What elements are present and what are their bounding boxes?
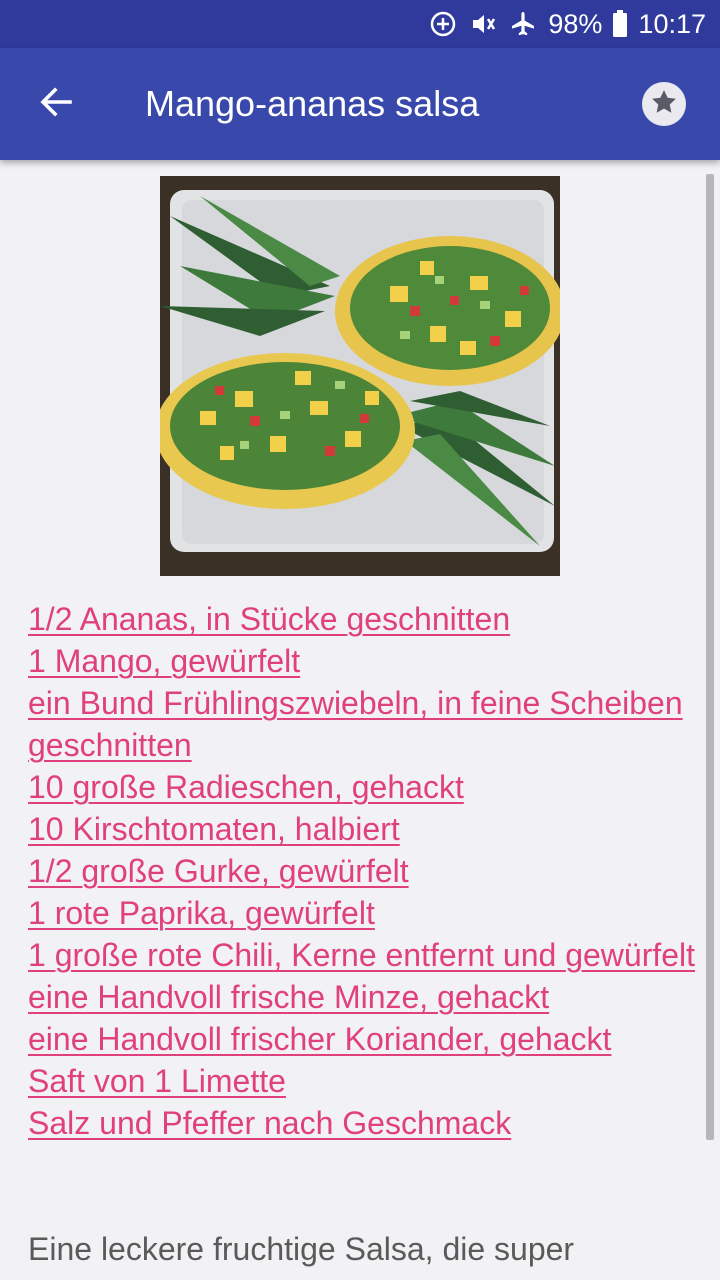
ingredient-link[interactable]: eine Handvoll frische Minze, gehackt <box>28 976 698 1018</box>
data-saver-icon <box>428 9 458 39</box>
page-title: Mango-ananas salsa <box>145 83 480 124</box>
status-icons: 98% 10:17 <box>428 0 706 48</box>
recipe-description: Eine leckere fruchtige Salsa, die super <box>28 1231 575 1267</box>
app-bar: Mango-ananas salsa <box>0 48 720 160</box>
back-button[interactable] <box>26 76 86 132</box>
recipe-image <box>160 176 560 576</box>
favorite-button[interactable] <box>642 82 686 126</box>
ingredient-link[interactable]: 1/2 Ananas, in Stücke geschnitten <box>28 598 698 640</box>
star-icon <box>649 87 679 122</box>
battery-icon <box>612 9 628 39</box>
ingredient-link[interactable]: Saft von 1 Limette <box>28 1060 698 1102</box>
clock: 10:17 <box>638 8 706 39</box>
status-bar: 98% 10:17 <box>0 0 720 48</box>
ingredient-link[interactable]: 10 Kirschtomaten, halbiert <box>28 808 698 850</box>
ingredient-link[interactable]: 10 große Radieschen, gehackt <box>28 766 698 808</box>
ingredient-link[interactable]: eine Handvoll frischer Koriander, gehack… <box>28 1018 698 1060</box>
scrollbar[interactable] <box>706 174 714 1140</box>
ingredient-link[interactable]: Salz und Pfeffer nach Geschmack <box>28 1102 698 1144</box>
arrow-left-icon <box>38 84 74 125</box>
ingredient-link[interactable]: 1/2 große Gurke, gewürfelt <box>28 850 698 892</box>
airplane-icon <box>508 9 538 39</box>
ingredient-link[interactable]: 1 Mango, gewürfelt <box>28 640 698 682</box>
mute-vibrate-icon <box>468 9 498 39</box>
ingredient-list: 1/2 Ananas, in Stücke geschnitten 1 Mang… <box>28 598 698 1144</box>
ingredient-link[interactable]: ein Bund Frühlingszwiebeln, in feine Sch… <box>28 682 698 766</box>
ingredient-link[interactable]: 1 rote Paprika, gewürfelt <box>28 892 698 934</box>
battery-percent: 98% <box>548 8 603 39</box>
recipe-content[interactable]: 1/2 Ananas, in Stücke geschnitten 1 Mang… <box>0 160 720 1280</box>
ingredient-link[interactable]: 1 große rote Chili, Kerne entfernt und g… <box>28 934 698 976</box>
